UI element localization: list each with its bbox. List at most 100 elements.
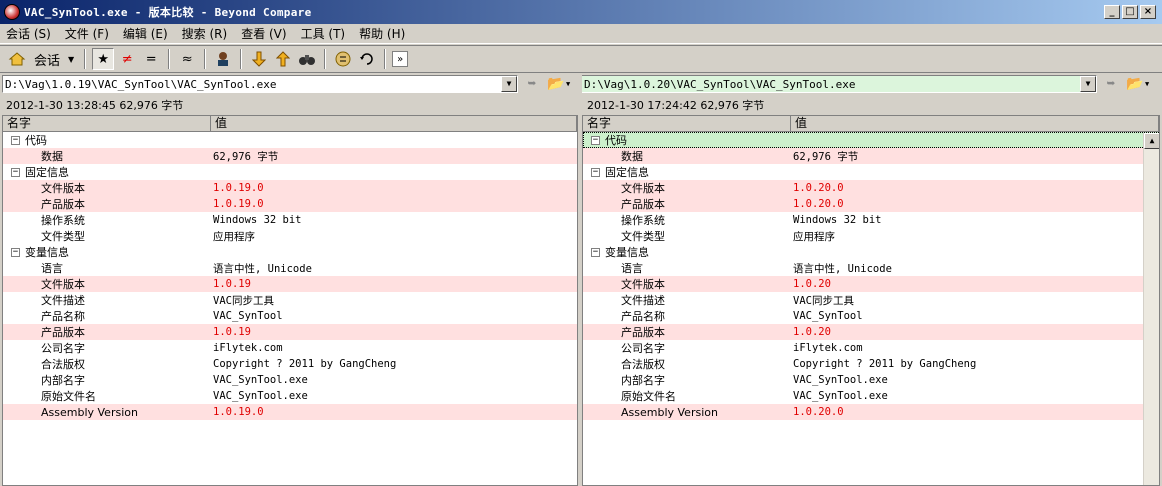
right-row-value: VAC_SynTool	[793, 310, 863, 322]
left-row-name: 固定信息	[25, 166, 69, 179]
refresh-icon[interactable]	[356, 48, 378, 70]
left-row-value: 1.0.19.0	[213, 182, 264, 194]
left-row[interactable]: 产品版本 1.0.19	[3, 324, 577, 340]
collapse-icon[interactable]: −	[11, 247, 20, 257]
show-differences-button[interactable]: ≠	[116, 48, 138, 70]
app-icon[interactable]	[4, 4, 20, 20]
left-open-folder-icon[interactable]: 📂	[546, 75, 566, 93]
left-row[interactable]: − 固定信息	[3, 164, 577, 180]
right-path-text: D:\Vag\1.0.20\VAC_SynTool\VAC_SynTool.ex…	[584, 77, 856, 91]
left-row[interactable]: 文件描述 VAC同步工具	[3, 292, 577, 308]
menu-session[interactable]: 会话 (S)	[6, 25, 51, 42]
menu-search[interactable]: 搜索 (R)	[182, 25, 228, 42]
right-path-input[interactable]: D:\Vag\1.0.20\VAC_SynTool\VAC_SynTool.ex…	[581, 75, 1097, 93]
collapse-icon[interactable]: −	[11, 167, 20, 177]
left-row[interactable]: Assembly Version 1.0.19.0	[3, 404, 577, 420]
left-row[interactable]: 文件版本 1.0.19.0	[3, 180, 577, 196]
left-row[interactable]: 合法版权 Copyright ? 2011 by GangCheng	[3, 356, 577, 372]
left-row[interactable]: 公司名字 iFlytek.com	[3, 340, 577, 356]
collapse-icon[interactable]: −	[591, 247, 600, 257]
right-row[interactable]: − 变量信息	[583, 244, 1159, 260]
right-row[interactable]: 产品名称 VAC_SynTool	[583, 308, 1159, 324]
session-menu-button[interactable]: 会话 ▼	[30, 48, 78, 70]
maximize-button[interactable]: □	[1122, 5, 1138, 19]
left-path-input[interactable]: D:\Vag\1.0.19\VAC_SynTool\VAC_SynTool.ex…	[2, 75, 518, 93]
prev-difference-icon[interactable]	[272, 48, 294, 70]
menu-edit[interactable]: 编辑 (E)	[123, 25, 168, 42]
next-difference-icon[interactable]	[248, 48, 270, 70]
left-value-column-header[interactable]: 值	[211, 116, 577, 131]
right-row-name: 产品版本	[621, 326, 665, 339]
collapse-icon[interactable]: −	[591, 167, 600, 177]
close-button[interactable]: ×	[1140, 5, 1156, 19]
left-row-name: 代码	[25, 134, 47, 147]
right-column-header: 名字 值	[583, 116, 1159, 132]
chevron-down-icon[interactable]: ▼	[501, 76, 517, 92]
right-row[interactable]: 原始文件名 VAC_SynTool.exe	[583, 388, 1159, 404]
right-swap-arrow-icon[interactable]: ➥	[1101, 75, 1121, 93]
left-row[interactable]: 文件版本 1.0.19	[3, 276, 577, 292]
left-row-name: 操作系统	[41, 214, 85, 227]
left-row-name: Assembly Version	[41, 405, 138, 419]
rules-icon[interactable]	[212, 48, 234, 70]
right-row[interactable]: 产品版本 1.0.20.0	[583, 196, 1159, 212]
collapse-icon[interactable]: −	[591, 135, 600, 145]
swap-icon[interactable]	[332, 48, 354, 70]
menu-file[interactable]: 文件 (F)	[65, 25, 109, 42]
show-same-button[interactable]: =	[140, 48, 162, 70]
minimize-button[interactable]: _	[1104, 5, 1120, 19]
left-row[interactable]: 操作系统 Windows 32 bit	[3, 212, 577, 228]
menu-tools[interactable]: 工具 (T)	[301, 25, 346, 42]
right-vertical-scrollbar[interactable]: ▲	[1143, 133, 1159, 485]
right-row[interactable]: − 代码	[583, 132, 1159, 148]
right-row[interactable]: Assembly Version 1.0.20.0	[583, 404, 1159, 420]
left-row[interactable]: 原始文件名 VAC_SynTool.exe	[3, 388, 577, 404]
left-row[interactable]: 文件类型 应用程序	[3, 228, 577, 244]
left-row[interactable]: 内部名字 VAC_SynTool.exe	[3, 372, 577, 388]
right-row[interactable]: 数据 62,976 字节	[583, 148, 1159, 164]
left-name-column-header[interactable]: 名字	[3, 116, 211, 131]
collapse-icon[interactable]: −	[11, 135, 20, 145]
left-column-header: 名字 值	[3, 116, 577, 132]
show-all-button[interactable]: ★	[92, 48, 115, 70]
minor-button[interactable]: ≈	[176, 48, 198, 70]
right-row[interactable]: 合法版权 Copyright ? 2011 by GangCheng	[583, 356, 1159, 372]
left-row[interactable]: 语言 语言中性, Unicode	[3, 260, 577, 276]
left-swap-arrow-icon[interactable]: ➥	[522, 75, 542, 93]
right-row[interactable]: 产品版本 1.0.20	[583, 324, 1159, 340]
right-row[interactable]: 语言 语言中性, Unicode	[583, 260, 1159, 276]
right-row-name: 原始文件名	[621, 390, 676, 403]
right-row[interactable]: 文件版本 1.0.20.0	[583, 180, 1159, 196]
menu-view[interactable]: 查看 (V)	[241, 25, 286, 42]
left-row[interactable]: 数据 62,976 字节	[3, 148, 577, 164]
left-compare-pane[interactable]: 名字 值 − 代码 数据 62,976 字节 − 固定信息 文件版本 1.0.19.0 产品版本…	[2, 115, 578, 486]
home-icon[interactable]	[6, 48, 28, 70]
chevron-down-icon[interactable]: ▼	[1145, 80, 1149, 88]
right-name-column-header[interactable]: 名字	[583, 116, 791, 131]
title-bar: VAC_SynTool.exe - 版本比较 - Beyond Compare …	[0, 0, 1162, 24]
scroll-up-icon[interactable]: ▲	[1144, 133, 1159, 149]
menu-help[interactable]: 帮助 (H)	[359, 25, 405, 42]
chevron-down-icon[interactable]: ▼	[566, 80, 570, 88]
left-row-name: 内部名字	[41, 374, 85, 387]
left-row[interactable]: 产品名称 VAC_SynTool	[3, 308, 577, 324]
more-button[interactable]: »	[392, 51, 409, 67]
left-row[interactable]: − 变量信息	[3, 244, 577, 260]
right-value-column-header[interactable]: 值	[791, 116, 1159, 131]
right-row[interactable]: 操作系统 Windows 32 bit	[583, 212, 1159, 228]
right-row[interactable]: 文件版本 1.0.20	[583, 276, 1159, 292]
left-row[interactable]: − 代码	[3, 132, 577, 148]
right-path-row: D:\Vag\1.0.20\VAC_SynTool\VAC_SynTool.ex…	[581, 74, 1162, 94]
right-row[interactable]: 文件描述 VAC同步工具	[583, 292, 1159, 308]
right-row[interactable]: 公司名字 iFlytek.com	[583, 340, 1159, 356]
right-compare-pane[interactable]: 名字 值 − 代码 数据 62,976 字节 − 固定信息 文件版本 1.0.20.0 产品版本…	[582, 115, 1160, 486]
binoculars-icon[interactable]	[296, 48, 318, 70]
right-open-folder-icon[interactable]: 📂	[1125, 75, 1145, 93]
right-row[interactable]: 文件类型 应用程序	[583, 228, 1159, 244]
chevron-down-icon: ▼	[68, 54, 75, 64]
right-row-value: 应用程序	[793, 230, 835, 243]
left-row[interactable]: 产品版本 1.0.19.0	[3, 196, 577, 212]
chevron-down-icon[interactable]: ▼	[1080, 76, 1096, 92]
right-row[interactable]: 内部名字 VAC_SynTool.exe	[583, 372, 1159, 388]
right-row[interactable]: − 固定信息	[583, 164, 1159, 180]
